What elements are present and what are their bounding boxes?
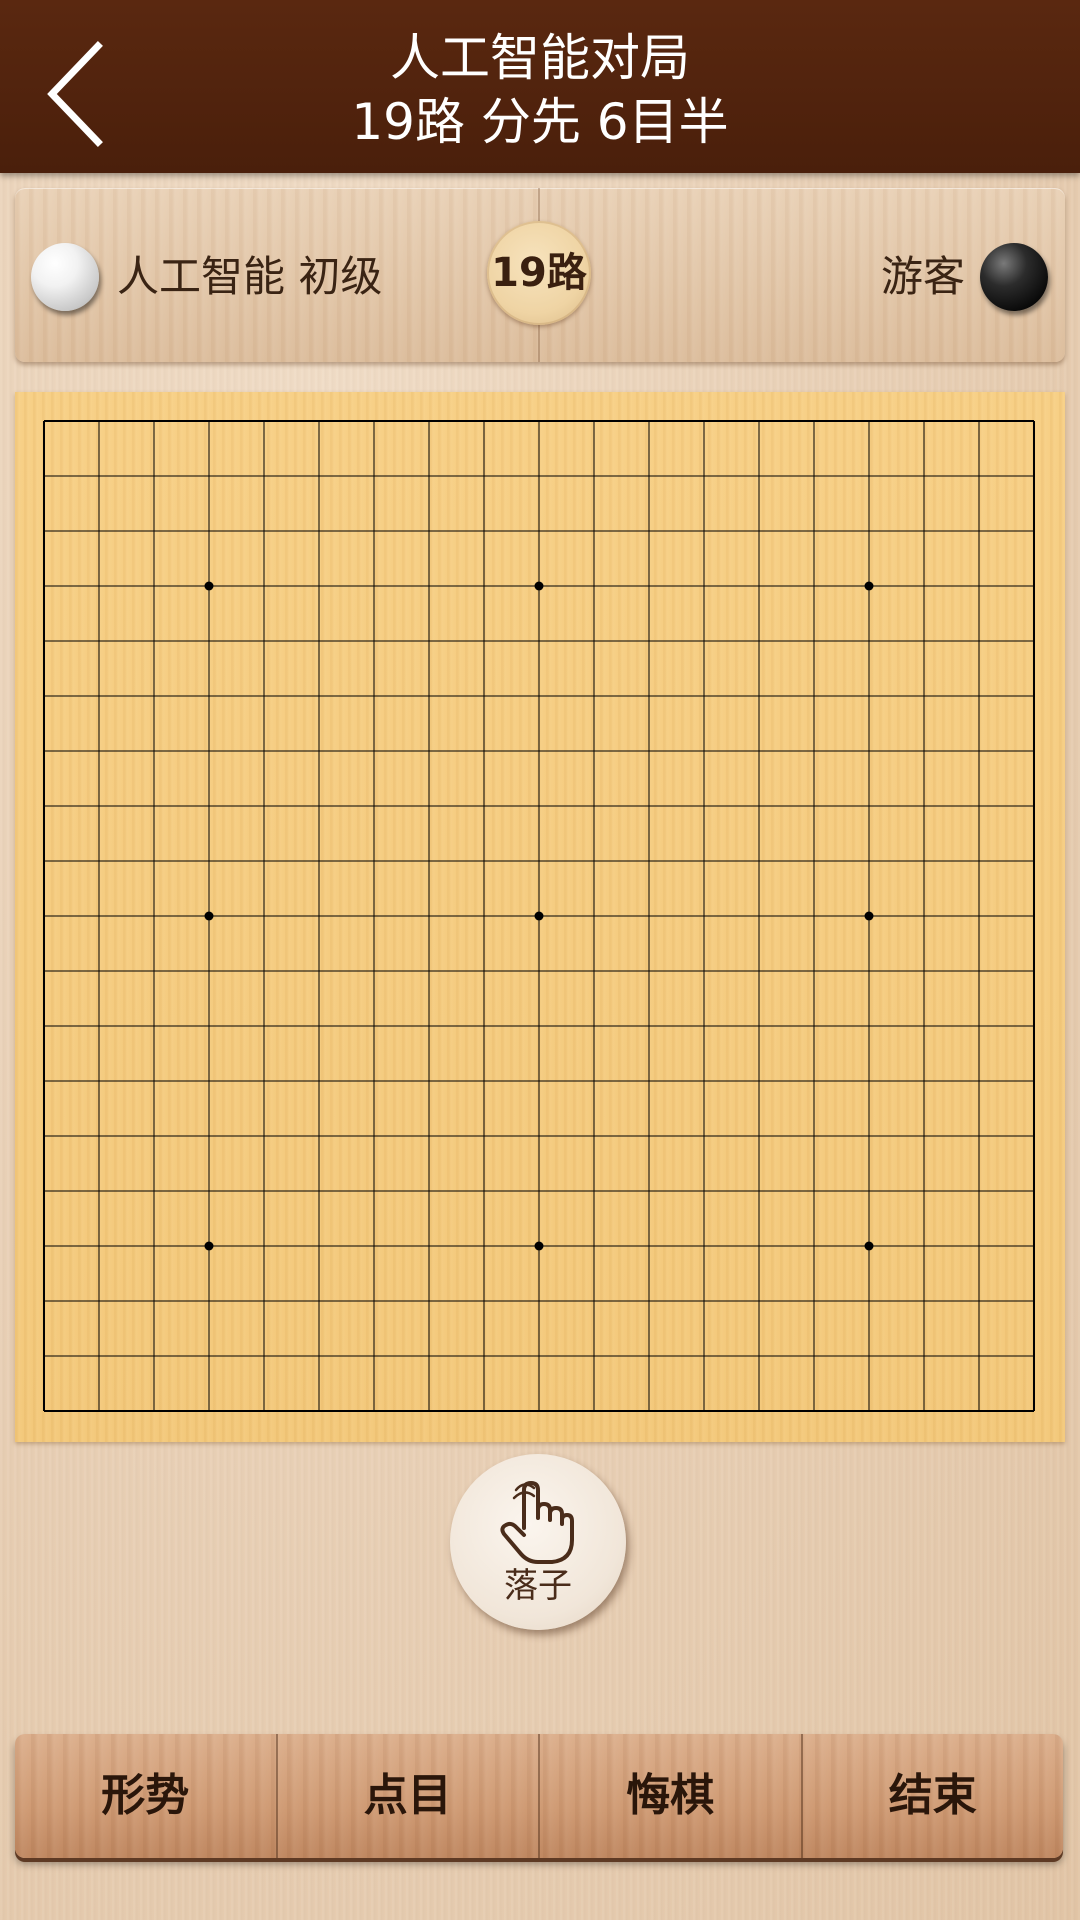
hand-pointer-icon bbox=[500, 1481, 574, 1564]
star-point bbox=[864, 911, 874, 921]
star-point bbox=[534, 1241, 544, 1251]
end-game-button[interactable]: 结束 bbox=[803, 1734, 1064, 1858]
black-stone-icon bbox=[980, 243, 1048, 311]
board-size-badge: 19路 bbox=[487, 221, 591, 325]
situation-button[interactable]: 形势 bbox=[15, 1734, 278, 1858]
game-settings-subtitle: 19路 分先 6目半 bbox=[351, 93, 729, 151]
page-title: 人工智能对局 bbox=[390, 29, 690, 87]
star-point bbox=[204, 1241, 214, 1251]
undo-button[interactable]: 悔棋 bbox=[540, 1734, 803, 1858]
player-panel: 人工智能 初级 19路 游客 bbox=[15, 188, 1065, 362]
white-stone-icon bbox=[31, 243, 99, 311]
place-stone-button[interactable]: 落子 bbox=[450, 1454, 626, 1630]
place-stone-label: 落子 bbox=[504, 1566, 572, 1606]
star-point bbox=[204, 581, 214, 591]
white-player-name: 人工智能 初级 bbox=[117, 252, 383, 301]
star-point bbox=[204, 911, 214, 921]
board-grid[interactable] bbox=[15, 392, 1065, 1442]
count-score-button[interactable]: 点目 bbox=[278, 1734, 540, 1858]
black-player-name: 游客 bbox=[880, 252, 965, 301]
bottom-toolbar: 形势 点目 悔棋 结束 bbox=[15, 1734, 1063, 1858]
star-point bbox=[864, 581, 874, 591]
go-board[interactable] bbox=[15, 392, 1065, 1442]
header-bar: 人工智能对局 19路 分先 6目半 bbox=[0, 0, 1080, 173]
star-point bbox=[534, 911, 544, 921]
star-point bbox=[864, 1241, 874, 1251]
star-point bbox=[534, 581, 544, 591]
